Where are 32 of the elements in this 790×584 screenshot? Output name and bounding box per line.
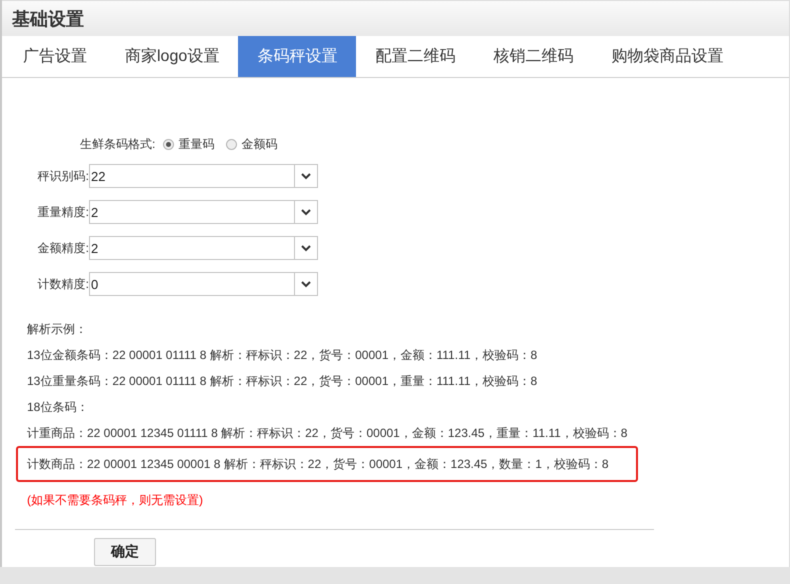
dropdown[interactable]: 0	[89, 272, 318, 296]
example-text: 13位金额条码：22 00001 01111 8 解析：秤标识：22，货号：00001，金额：111.11，校验码：8	[27, 346, 538, 364]
radio-label[interactable]: 金额码	[241, 136, 278, 152]
chevron-down-icon	[301, 280, 311, 288]
tab[interactable]: 条码秤设置	[238, 36, 356, 77]
tab[interactable]: 广告设置	[4, 36, 106, 77]
example-text: 13位重量条码：22 00001 01111 8 解析：秤标识：22，货号：00001，重量：111.11，校验码：8	[27, 372, 538, 390]
chevron-down-icon	[301, 172, 311, 180]
note-text: (如果不需要条码秤，则无需设置)	[27, 492, 204, 509]
radio-label[interactable]: 重量码	[178, 136, 214, 152]
radio-button[interactable]	[163, 138, 174, 150]
confirm-button[interactable]: 确定	[94, 538, 156, 566]
radio-button[interactable]	[226, 138, 238, 150]
field-label: 生鲜条码格式:	[80, 136, 156, 152]
dropdown[interactable]: 2	[89, 200, 318, 224]
field-label: 计数精度:	[36, 276, 89, 292]
tab[interactable]: 配置二维码	[356, 36, 474, 77]
field-label: 秤识别码:	[36, 168, 89, 184]
page-title: 基础设置	[12, 8, 84, 30]
example-text: 解析示例：	[27, 320, 87, 338]
field-label: 重量精度:	[36, 204, 89, 220]
tab[interactable]: 核销二维码	[474, 36, 592, 77]
example-text: 18位条码：	[27, 398, 88, 416]
field-label: 金额精度:	[36, 240, 89, 256]
chevron-down-icon	[301, 208, 311, 216]
chevron-down-icon	[301, 244, 311, 252]
tab[interactable]: 购物袋商品设置	[592, 36, 742, 77]
tab[interactable]: 商家logo设置	[106, 36, 238, 77]
example-text: 计重商品：22 00001 12345 01111 8 解析：秤标识：22，货号：00001，金额：123.45，重量：11.11，校验码：8	[27, 424, 628, 442]
dropdown[interactable]: 22	[89, 164, 318, 188]
dropdown[interactable]: 2	[89, 236, 318, 260]
example-text: 计数商品：22 00001 12345 00001 8 解析：秤标识：22，货号：00001，金额：123.45，数量：1，校验码：8	[27, 456, 609, 472]
